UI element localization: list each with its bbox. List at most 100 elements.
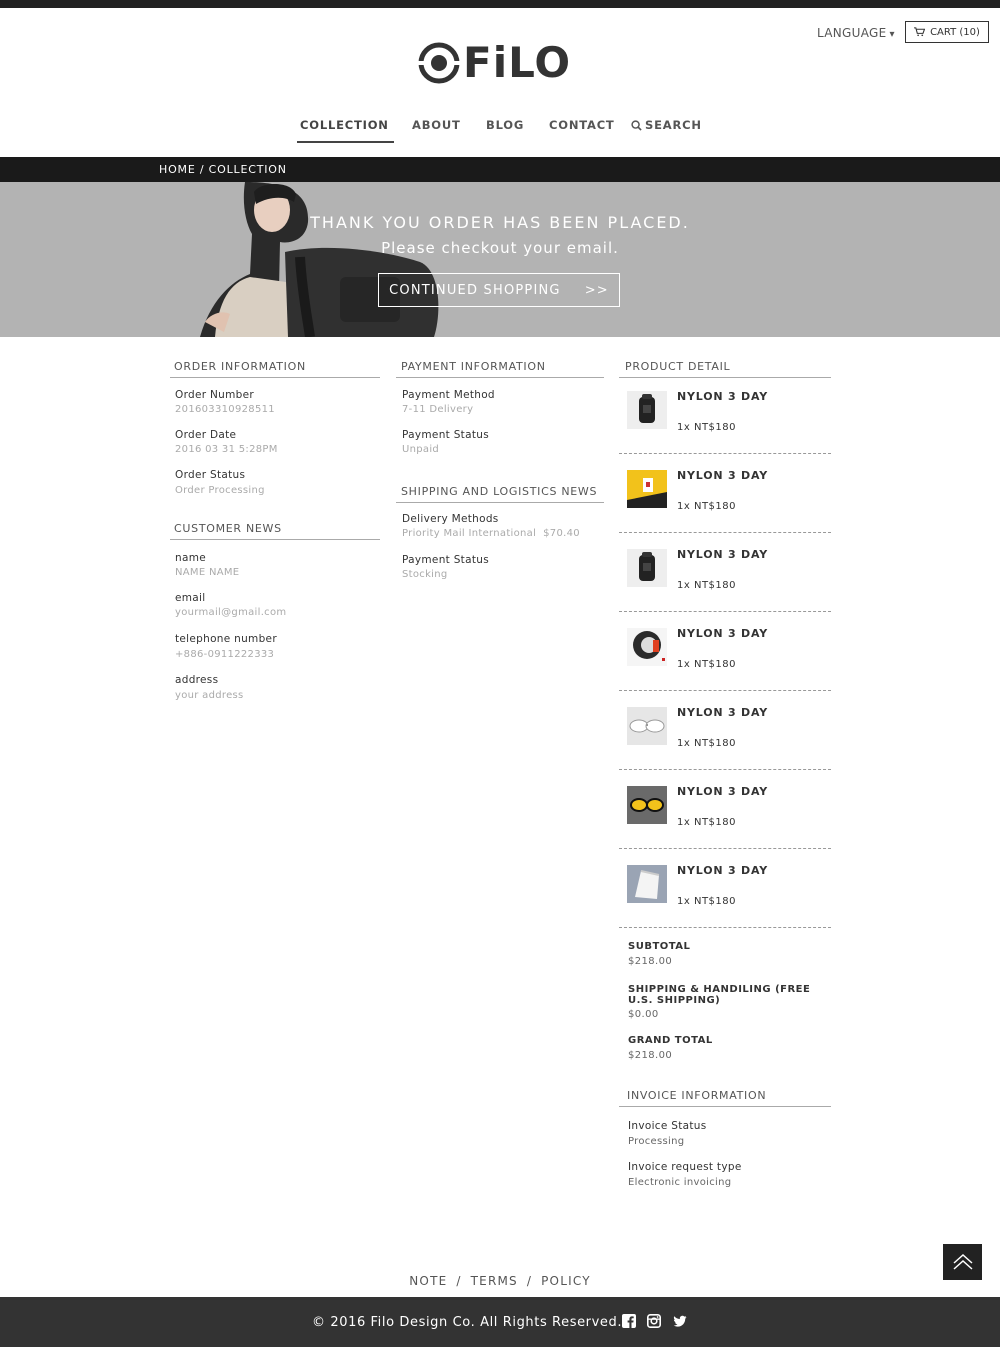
product-price: 1x NT$180 [677,501,736,512]
payment-method-value: 7-11 Delivery [402,404,474,415]
nav-item-collection[interactable]: COLLECTION [297,118,394,143]
continue-shopping-label: CONTINUED SHOPPING [389,282,561,298]
payment-info-title: PAYMENT INFORMATION [396,360,604,378]
order-info-title: ORDER INFORMATION [170,360,380,378]
invoice-status-value: Processing [628,1136,685,1147]
product-name: NYLON 3 DAY [677,469,769,482]
nav-item-blog[interactable]: BLOG [486,118,524,132]
list-item[interactable]: NYLON 3 DAY 1x NT$180 [619,770,831,849]
product-price: 1x NT$180 [677,738,736,749]
subtotal-label: SUBTOTAL [628,941,691,952]
white-pouch-thumbnail [627,865,667,903]
order-number-value: 201603310928511 [175,404,275,415]
facebook-icon[interactable] [622,1314,636,1328]
list-item[interactable]: NYLON 3 DAY 1x NT$180 [619,691,831,770]
nav-item-about[interactable]: ABOUT [412,118,461,132]
breadcrumb[interactable]: HOME / COLLECTION [159,163,287,176]
footer-link-terms[interactable]: TERMS [471,1274,518,1288]
customer-email-label: email [175,592,206,604]
language-label: LANGUAGE [817,26,887,40]
shipping-label: SHIPPING & HANDILING (FREE U.S. SHIPPING… [628,984,811,1006]
payment-status-value: Unpaid [402,444,440,455]
order-status-value: Order Processing [175,485,265,496]
customer-phone-value: +886-0911222333 [175,649,275,660]
logo-mark-icon [418,42,460,84]
invoice-info-title: INVOICE INFORMATION [619,1089,831,1107]
double-arrow-right-icon: >> [584,282,609,298]
product-price: 1x NT$180 [677,817,736,828]
product-price: 1x NT$180 [677,659,736,670]
footer-separator: / [456,1274,462,1288]
list-item[interactable]: NYLON 3 DAY 1x NT$180 [619,375,831,454]
continue-shopping-button[interactable]: CONTINUED SHOPPING >> [378,273,620,307]
nav-item-search[interactable]: SEARCH [631,118,702,132]
product-name: NYLON 3 DAY [677,627,769,640]
twitter-icon[interactable] [673,1314,687,1328]
delivery-methods-value: Priority Mail International $70.40 [402,528,580,539]
order-number-label: Order Number [175,389,254,401]
customer-name-value: NAME NAME [175,567,240,578]
logo[interactable]: FiLO [418,42,571,84]
shipping-payment-status-value: Stocking [402,569,448,580]
delivery-methods-label: Delivery Methods [402,513,499,525]
white-sunglasses-thumbnail [627,707,667,745]
round-bag-thumbnail [627,628,667,666]
payment-status-label: Payment Status [402,429,489,441]
footer: © 2016 Filo Design Co. All Rights Reserv… [0,1297,1000,1347]
product-name: NYLON 3 DAY [677,864,769,877]
black-backpack-thumbnail [627,549,667,587]
invoice-request-value: Electronic invoicing [628,1177,732,1188]
order-date-label: Order Date [175,429,237,441]
language-selector[interactable]: LANGUAGE ▾ [817,26,895,40]
grand-total-value: $218.00 [628,1050,673,1061]
copyright-text: © 2016 Filo Design Co. All Rights Reserv… [312,1315,623,1330]
customer-name-label: name [175,552,206,564]
list-item[interactable]: NYLON 3 DAY 1x NT$180 [619,612,831,691]
footer-link-policy[interactable]: POLICY [541,1274,591,1288]
customer-news-title: CUSTOMER NEWS [170,522,380,540]
invoice-request-label: Invoice request type [628,1161,742,1173]
shipping-value: $0.00 [628,1009,659,1020]
instagram-icon[interactable] [647,1314,661,1328]
search-icon [631,119,642,131]
yellow-bag-thumbnail [627,470,667,508]
hero-title: THANK YOU ORDER HAS BEEN PLACED. [310,213,690,232]
product-name: NYLON 3 DAY [677,706,769,719]
black-backpack-thumbnail [627,391,667,429]
shipping-payment-status-label: Payment Status [402,554,489,566]
grand-total-label: GRAND TOTAL [628,1035,713,1046]
subtotal-value: $218.00 [628,956,673,967]
order-status-label: Order Status [175,469,246,481]
nav-item-contact[interactable]: CONTACT [549,118,615,132]
customer-address-value: your address [175,690,244,701]
product-name: NYLON 3 DAY [677,548,769,561]
list-item[interactable]: NYLON 3 DAY 1x NT$180 [619,849,831,928]
footer-link-note[interactable]: NOTE [409,1274,447,1288]
customer-email-value: yourmail@gmail.com [175,607,287,618]
order-date-value: 2016 03 31 5:28PM [175,444,278,455]
hero-photo-woman-with-backpack [190,182,450,337]
search-label: SEARCH [645,118,702,132]
footer-separator: / [526,1274,533,1288]
cart-button[interactable]: CART (10) [905,21,989,43]
shipping-info-title: SHIPPING AND LOGISTICS NEWS [396,485,604,503]
footer-links: NOTE / TERMS / POLICY [0,1274,1000,1288]
payment-method-label: Payment Method [402,389,495,401]
cart-label: CART (10) [930,26,980,38]
invoice-status-label: Invoice Status [628,1120,707,1132]
cart-icon [914,27,926,37]
logo-text: FiLO [463,38,572,87]
list-item[interactable]: NYLON 3 DAY 1x NT$180 [619,454,831,533]
chevron-up-icon [953,1253,972,1270]
chevron-down-icon: ▾ [889,29,895,40]
hero-banner: THANK YOU ORDER HAS BEEN PLACED. Please … [0,182,1000,337]
list-item[interactable]: NYLON 3 DAY 1x NT$180 [619,533,831,612]
product-price: 1x NT$180 [677,580,736,591]
product-name: NYLON 3 DAY [677,390,769,403]
breadcrumb-bar: HOME / COLLECTION [0,157,1000,182]
yellow-sunglasses-thumbnail [627,786,667,824]
product-price: 1x NT$180 [677,896,736,907]
hero-subtitle: Please checkout your email. [381,239,619,257]
product-price: 1x NT$180 [677,422,736,433]
top-bar [0,0,1000,8]
